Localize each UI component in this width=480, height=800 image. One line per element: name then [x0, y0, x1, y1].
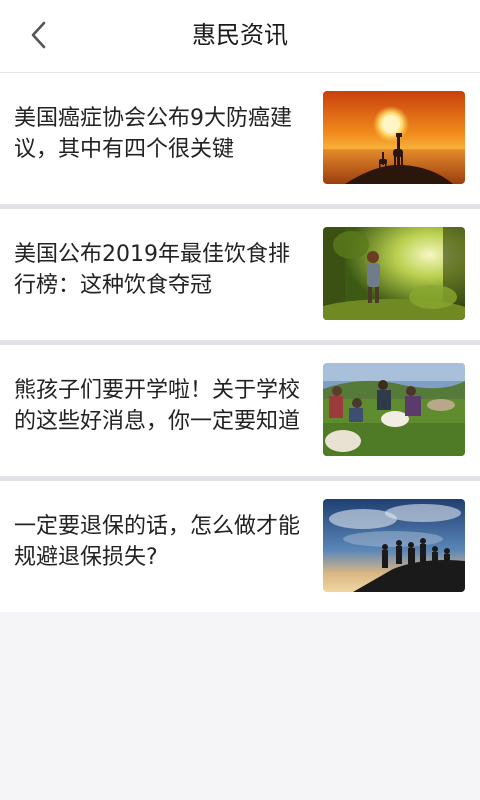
news-title: 美国公布2019年最佳饮食排行榜：这种饮食夺冠	[14, 242, 290, 298]
forest-child-photo	[323, 227, 465, 320]
news-list: 美国癌症协会公布9大防癌建议，其中有四个很关键 美国公布2019年最佳饮食排行榜…	[0, 73, 480, 612]
news-title: 美国癌症协会公布9大防癌建议，其中有四个很关键	[14, 106, 292, 162]
sunset-giraffes-photo	[323, 91, 465, 184]
news-title: 一定要退保的话，怎么做才能规避退保损失?	[14, 514, 301, 570]
news-item[interactable]: 熊孩子们要开学啦！关于学校的这些好消息，你一定要知道	[0, 345, 480, 476]
news-item[interactable]: 美国公布2019年最佳饮食排行榜：这种饮食夺冠	[0, 209, 480, 340]
news-title: 熊孩子们要开学啦！关于学校的这些好消息，你一定要知道	[14, 378, 301, 434]
news-item[interactable]: 美国癌症协会公布9大防癌建议，其中有四个很关键	[0, 73, 480, 204]
news-item[interactable]: 一定要退保的话，怎么做才能规避退保损失?	[0, 481, 480, 612]
top-bar: 惠民资讯	[0, 0, 480, 73]
hikers-silhouette-photo	[323, 499, 465, 592]
page-title: 惠民资讯	[192, 21, 288, 49]
sheep-shearing-photo	[323, 363, 465, 456]
